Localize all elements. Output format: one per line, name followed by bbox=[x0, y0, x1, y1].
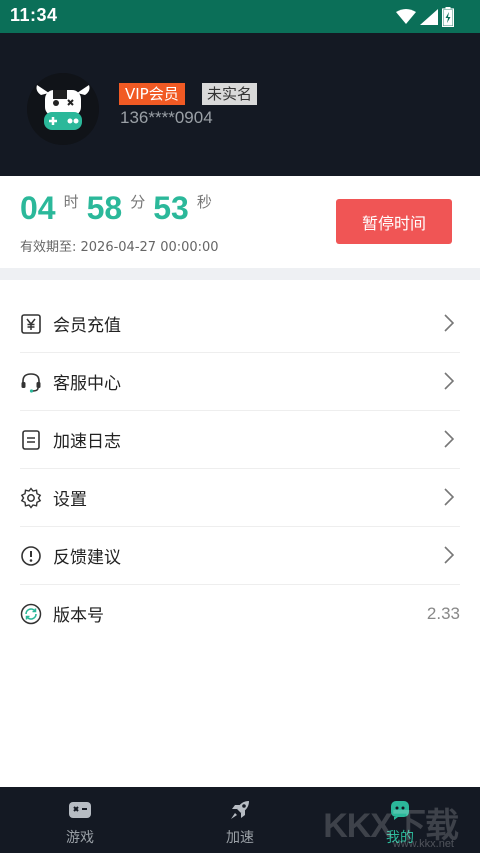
timer-minutes: 58 bbox=[86, 190, 123, 226]
vip-badge: VIP会员 bbox=[119, 83, 185, 105]
realname-badge[interactable]: 未实名 bbox=[202, 83, 258, 105]
exclamation-icon bbox=[20, 545, 42, 567]
gear-icon bbox=[20, 486, 42, 509]
chevron-right-icon bbox=[444, 546, 454, 564]
menu-item-label: 客服中心 bbox=[53, 374, 121, 394]
rocket-icon bbox=[229, 799, 251, 821]
wifi-icon bbox=[396, 9, 416, 24]
menu-item-version: 版本号 2.33 bbox=[20, 585, 460, 642]
timer-hours-unit: 时 bbox=[63, 193, 79, 211]
status-icons bbox=[396, 6, 454, 28]
menu-item-support[interactable]: 客服中心 bbox=[20, 353, 460, 411]
version-number: 2.33 bbox=[426, 603, 460, 623]
phone-number: 136****0904 bbox=[120, 108, 213, 127]
gamepad-icon bbox=[68, 799, 92, 821]
document-icon bbox=[20, 429, 42, 451]
expiry-date: 有效期至: 2026-04-27 00:00:00 bbox=[20, 240, 219, 255]
cow-mascot-icon bbox=[27, 73, 99, 145]
timer-minutes-unit: 分 bbox=[130, 193, 146, 211]
signal-icon bbox=[420, 9, 438, 25]
tab-label: 游戏 bbox=[66, 830, 94, 846]
chevron-right-icon bbox=[444, 430, 454, 448]
tab-label: 加速 bbox=[226, 830, 254, 846]
menu-item-label: 版本号 bbox=[53, 606, 104, 626]
timer-seconds-unit: 秒 bbox=[196, 193, 212, 211]
avatar[interactable] bbox=[27, 73, 99, 145]
menu-item-feedback[interactable]: 反馈建议 bbox=[20, 527, 460, 585]
menu-list: 会员充值 客服中心 加速日志 设置 反馈建议 版本号 2.33 bbox=[0, 295, 480, 642]
menu-item-label: 会员充值 bbox=[53, 316, 121, 336]
chevron-right-icon bbox=[444, 314, 454, 332]
remaining-time: 04 时 58 分 53 秒 bbox=[20, 190, 220, 227]
yen-card-icon bbox=[20, 313, 42, 335]
section-divider bbox=[0, 268, 480, 280]
tab-accelerate[interactable]: 加速 bbox=[160, 787, 320, 853]
timer-seconds: 53 bbox=[153, 190, 189, 226]
timer-hours: 04 bbox=[20, 190, 56, 226]
pause-time-button[interactable]: 暂停时间 bbox=[336, 199, 452, 244]
menu-item-label: 反馈建议 bbox=[53, 548, 121, 568]
menu-item-label: 设置 bbox=[53, 490, 87, 510]
menu-item-log[interactable]: 加速日志 bbox=[20, 411, 460, 469]
status-time: 11:34 bbox=[10, 5, 58, 25]
chevron-right-icon bbox=[444, 488, 454, 506]
menu-item-settings[interactable]: 设置 bbox=[20, 469, 460, 527]
headset-icon bbox=[20, 371, 42, 393]
chevron-right-icon bbox=[444, 372, 454, 390]
battery-icon bbox=[442, 7, 454, 27]
menu-item-recharge[interactable]: 会员充值 bbox=[20, 295, 460, 353]
tab-games[interactable]: 游戏 bbox=[0, 787, 160, 853]
menu-item-label: 加速日志 bbox=[53, 432, 121, 452]
status-bar: 11:34 bbox=[0, 0, 480, 33]
watermark-url: www.kkx.net bbox=[392, 838, 454, 850]
refresh-icon bbox=[20, 603, 42, 625]
